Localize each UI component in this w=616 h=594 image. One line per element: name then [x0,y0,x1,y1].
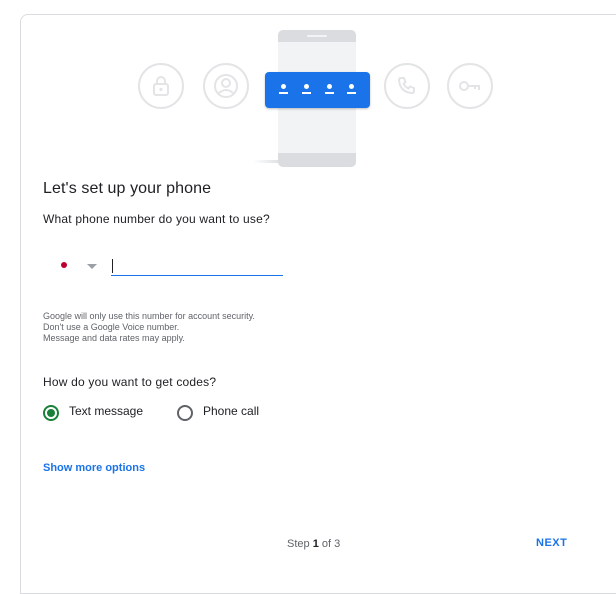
phone-number-question: What phone number do you want to use? [43,212,270,226]
show-more-options-link[interactable]: Show more options [43,462,145,474]
lock-icon [138,63,184,109]
next-button[interactable]: NEXT [536,537,567,549]
setup-card: Let's set up your phone What phone numbe… [20,14,616,594]
account-circle-icon [203,63,249,109]
radio-unchecked-icon[interactable] [177,405,193,421]
code-underline [302,92,311,94]
page-title: Let's set up your phone [43,180,212,197]
key-icon [447,63,493,109]
security-note: Google will only use this number for acc… [43,311,255,344]
code-dot [349,84,354,89]
code-dot [281,84,286,89]
phone-top-bezel [278,30,356,42]
radio-label: Phone call [203,404,260,418]
security-illustration [21,15,616,175]
note-line: Don't use a Google Voice number. [43,322,180,332]
phone-number-input[interactable] [111,257,283,276]
step-total: 3 [334,538,341,550]
text-cursor [112,259,113,273]
step-prefix: Step [287,538,310,550]
step-separator: of [321,538,332,550]
text-message-radio[interactable]: Text message [43,404,144,421]
code-underline [325,92,334,94]
code-underline [279,92,288,94]
phone-speaker [307,35,327,37]
note-line: Google will only use this number for acc… [43,311,255,321]
note-line: Message and data rates may apply. [43,333,185,343]
code-dot [327,84,332,89]
japan-flag-icon[interactable] [61,262,67,268]
step-indicator: Step 1 of 3 [287,538,340,550]
radio-label: Text message [69,404,144,418]
radio-checked-icon[interactable] [43,405,59,421]
codes-question: How do you want to get codes? [43,375,217,389]
step-current: 1 [312,538,319,550]
phone-icon [384,63,430,109]
code-dots-icon [265,72,370,108]
phone-bottom-bezel [278,153,356,167]
code-underline [347,92,356,94]
code-dot [304,84,309,89]
chevron-down-icon[interactable] [87,264,97,269]
phone-call-radio[interactable]: Phone call [177,404,260,421]
